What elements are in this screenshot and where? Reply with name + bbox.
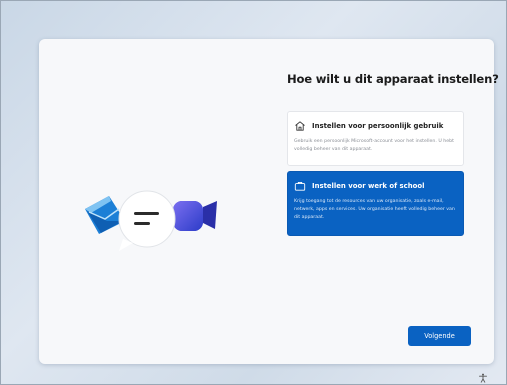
accessibility-icon[interactable] bbox=[478, 373, 488, 383]
briefcase-icon bbox=[294, 181, 306, 191]
option-description: Gebruik een persoonlijk Microsoft-accoun… bbox=[294, 139, 454, 152]
next-button[interactable]: Volgende bbox=[408, 326, 471, 346]
setup-illustration bbox=[85, 190, 217, 251]
option-header: Instellen voor persoonlijk gebruik bbox=[294, 120, 457, 132]
video-camera-icon bbox=[173, 201, 217, 231]
option-header: Instellen voor werk of school bbox=[294, 180, 457, 192]
setup-card: Hoe wilt u dit apparaat instellen? Inste… bbox=[39, 39, 499, 364]
home-icon bbox=[295, 121, 305, 131]
option-title: Instellen voor werk of school bbox=[312, 182, 425, 190]
option-personal-use[interactable]: Instellen voor persoonlijk gebruik Gebru… bbox=[287, 111, 464, 166]
option-title: Instellen voor persoonlijk gebruik bbox=[312, 122, 444, 130]
chat-bubble-icon bbox=[118, 190, 176, 251]
option-description: Krijg toegang tot de resources van uw or… bbox=[294, 199, 455, 220]
page-title: Hoe wilt u dit apparaat instellen? bbox=[287, 72, 499, 86]
option-work-or-school[interactable]: Instellen voor werk of school Krijg toeg… bbox=[287, 171, 464, 236]
